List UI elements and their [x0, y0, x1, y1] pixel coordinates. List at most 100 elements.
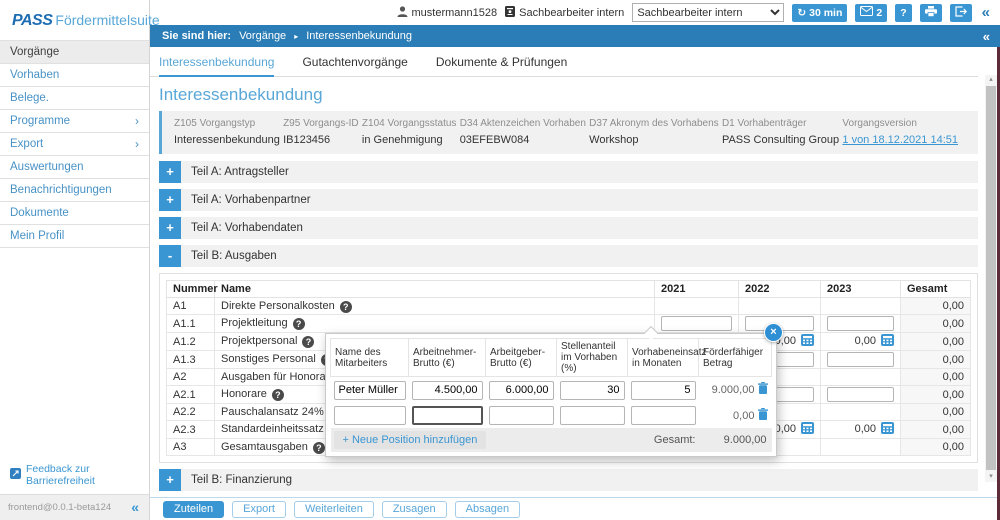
button-absagen[interactable]: Absagen: [454, 501, 521, 518]
row-name-label: Pauschalansatz 24%: [221, 405, 324, 418]
amount-cell-2023: 0,00: [820, 332, 901, 351]
version-link[interactable]: 1 von 18.12.2021 14:51: [842, 134, 958, 146]
tab-gutachtenvorgaenge[interactable]: Gutachtenvorgänge: [302, 55, 407, 76]
section-title[interactable]: Teil B: Ausgaben: [181, 245, 978, 267]
section-title[interactable]: Teil A: Vorhabendaten: [181, 217, 978, 239]
amount-input-2021[interactable]: [661, 316, 732, 331]
popup-input-arbeitgeber-brutto[interactable]: [488, 380, 554, 400]
row-number: A1.1: [166, 314, 215, 333]
popup-input-vorhabeneinsatz-in-monaten[interactable]: [630, 406, 696, 425]
calculator-icon[interactable]: [801, 334, 814, 349]
row-total-cell: 0,00: [900, 314, 971, 333]
amount-input-2023[interactable]: [827, 387, 894, 402]
meta-field-z105-vorgangstyp: Z105 Vorgangstyp Interessenbekundung: [174, 118, 280, 146]
collapse-header-icon[interactable]: «: [982, 4, 990, 21]
sidebar-item-belege[interactable]: Belege.: [0, 87, 149, 110]
role-select[interactable]: Sachbearbeiter intern: [632, 3, 785, 22]
sidebar-item-auswertungen[interactable]: Auswertungen: [0, 156, 149, 179]
session-refresh-button[interactable]: ↻ 30 min: [792, 3, 848, 22]
position-cell: [557, 377, 628, 403]
row-name-label: Honorare: [221, 388, 267, 400]
calculator-icon[interactable]: [881, 334, 894, 349]
breadcrumb-item-interessenbekundung[interactable]: Interessenbekundung: [306, 30, 412, 42]
help-icon[interactable]: ?: [312, 441, 325, 454]
meta-field-value: Workshop: [589, 134, 639, 146]
button-zuteilen[interactable]: Zuteilen: [163, 501, 225, 518]
meta-field-z104-vorgangsstatus: Z104 Vorgangsstatus in Genehmigung: [362, 118, 457, 146]
trash-icon[interactable]: [757, 407, 768, 423]
tab-interessenbekundung[interactable]: Interessenbekundung: [159, 55, 275, 77]
popup-column-vorhabeneinsatz-in-monaten: Vorhabeneinsatz in Monaten: [627, 338, 707, 377]
help-button[interactable]: ?: [895, 3, 912, 22]
accessibility-feedback-link[interactable]: Feedback zur Barrierefreiheit: [0, 458, 149, 493]
breadcrumb-item-vorgaenge[interactable]: Vorgänge: [239, 30, 286, 42]
collapse-section-button[interactable]: -: [159, 245, 181, 267]
logout-button[interactable]: [949, 3, 972, 22]
column-header-2023: 2023: [820, 280, 901, 298]
button-export[interactable]: Export: [232, 501, 286, 518]
sidebar-item-vorhaben[interactable]: Vorhaben: [0, 64, 149, 87]
meta-field-label: Z105 Vorgangstyp: [174, 118, 256, 129]
sidebar-item-programme[interactable]: Programme ›: [0, 110, 149, 133]
section-title[interactable]: Teil A: Vorhabenpartner: [181, 189, 978, 211]
section-title[interactable]: Teil B: Finanzierung: [181, 469, 978, 491]
help-icon[interactable]: ?: [302, 336, 315, 348]
collapse-sidebar-icon[interactable]: «: [131, 499, 139, 515]
popup-input-stellenanteil-im-vorhaben[interactable]: [559, 380, 625, 400]
position-cell: [628, 403, 699, 429]
sidebar-item-export[interactable]: Export ›: [0, 133, 149, 156]
meta-field-value: IB123456: [283, 134, 331, 146]
popup-input-arbeitnehmer-brutto[interactable]: [411, 380, 483, 400]
print-button[interactable]: [919, 3, 942, 22]
top-bar: mustermann1528 Sachbearbeiter intern Sac…: [150, 0, 1000, 25]
calculator-icon[interactable]: [881, 422, 894, 437]
row-total-cell: 0,00: [900, 332, 971, 351]
row-total-cell: 0,00: [900, 385, 971, 404]
cell-value: 0,00: [774, 423, 796, 435]
sidebar-item-benachrichtigungen[interactable]: Benachrichtigungen: [0, 179, 149, 202]
tab-dokumente-pruefungen[interactable]: Dokumente & Prüfungen: [436, 55, 567, 76]
section-title[interactable]: Teil A: Antragsteller: [181, 161, 978, 183]
popup-input-name-des-mitarbeiters[interactable]: [333, 406, 406, 425]
help-icon[interactable]: ?: [271, 389, 284, 401]
trash-icon[interactable]: [757, 382, 768, 397]
expand-section-button[interactable]: +: [159, 469, 181, 491]
messages-button[interactable]: 2: [855, 3, 888, 22]
popup-input-name-des-mitarbeiters[interactable]: [333, 380, 406, 400]
row-number: A1: [166, 297, 215, 315]
column-header-name: Name: [214, 280, 655, 298]
calculator-icon[interactable]: [801, 422, 814, 437]
sidebar-item-dokumente[interactable]: Dokumente: [0, 202, 149, 225]
user-info: mustermann1528: [397, 5, 497, 20]
add-position-button[interactable]: + Neue Position hinzufügen: [333, 431, 487, 449]
help-icon[interactable]: ?: [292, 318, 305, 330]
eligible-amount-value: 9.000,00: [711, 384, 758, 397]
sidebar-item-mein-profil[interactable]: Mein Profil: [0, 225, 149, 248]
popup-close-button[interactable]: ×: [764, 323, 783, 342]
amount-input-2023[interactable]: [827, 352, 894, 367]
popup-input-arbeitnehmer-brutto[interactable]: [411, 406, 483, 425]
scroll-up-arrow-icon[interactable]: ▴: [985, 75, 997, 85]
scroll-down-arrow-icon[interactable]: ▾: [985, 472, 997, 482]
amount-input-2023[interactable]: [827, 316, 894, 331]
sidebar-item-label: Programme: [10, 115, 71, 127]
expand-section-button[interactable]: +: [159, 217, 181, 239]
expand-section-button[interactable]: +: [159, 161, 181, 183]
meta-field-label: Vorgangsversion: [842, 118, 917, 129]
button-zusagen[interactable]: Zusagen: [381, 501, 447, 518]
collapse-breadcrumb-icon[interactable]: «: [983, 29, 990, 44]
button-weiterleiten[interactable]: Weiterleiten: [293, 501, 374, 518]
sidebar-item-vorgange[interactable]: Vorgänge: [0, 41, 149, 64]
section-teil-b-finanzierung: + Teil B: Finanzierung: [159, 469, 978, 491]
scrollbar-thumb[interactable]: [986, 86, 996, 470]
popup-input-vorhabeneinsatz-in-monaten[interactable]: [630, 380, 696, 400]
amount-cell-2023: [820, 438, 901, 456]
vertical-scrollbar[interactable]: ▴ ▾: [985, 75, 997, 482]
expand-section-button[interactable]: +: [159, 189, 181, 211]
column-header-nummer: Nummer: [166, 280, 218, 298]
position-cell: [486, 403, 557, 429]
popup-input-arbeitgeber-brutto[interactable]: [488, 406, 554, 425]
position-row: 0,00: [331, 403, 772, 429]
popup-input-stellenanteil-im-vorhaben[interactable]: [559, 406, 625, 425]
help-icon[interactable]: ?: [339, 300, 352, 313]
